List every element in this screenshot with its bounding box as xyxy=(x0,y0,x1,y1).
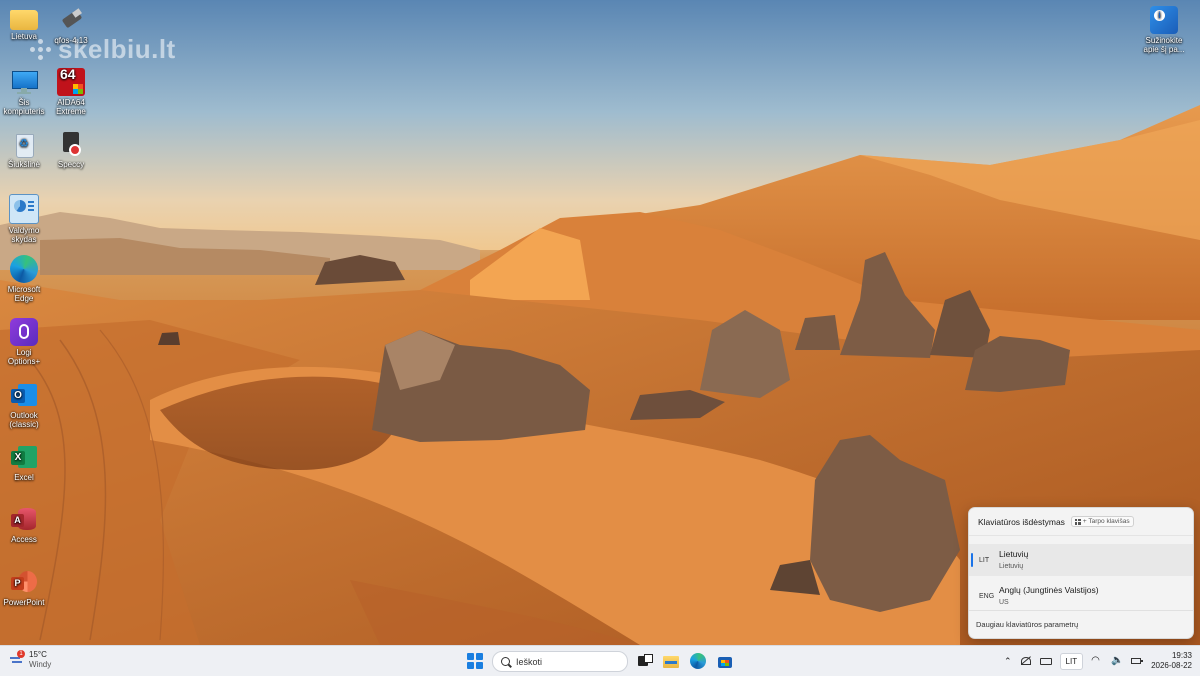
keyboard-layout-flyout: Klaviatūros išdėstymas + Tarpo klavišas … xyxy=(968,507,1194,639)
flyout-title: Klaviatūros išdėstymas xyxy=(978,516,1065,527)
aida64-icon: 64 xyxy=(57,67,85,96)
taskbar-search[interactable]: Ieškoti xyxy=(492,651,628,672)
layout-sub: Lietuvių xyxy=(999,562,1024,570)
system-tray: ⌃ LIT ◠ 🔈 19:33 2026-08-22 xyxy=(1004,646,1192,676)
desktop-icon-powerpoint[interactable]: P PowerPoint xyxy=(2,568,46,607)
clock-time: 19:33 xyxy=(1171,651,1192,660)
folder-icon xyxy=(10,10,38,30)
windows-key-icon xyxy=(1074,518,1081,525)
search-placeholder: Ieškoti xyxy=(516,656,543,667)
desktop-icon-this-pc[interactable]: Šis kompiuteris xyxy=(2,68,46,116)
weather-condition: Windy xyxy=(29,660,52,669)
microsoft-store-icon[interactable] xyxy=(717,653,733,669)
network-disconnected-icon[interactable] xyxy=(1020,655,1032,667)
desktop-icon-qfos[interactable]: qfos-4.13 xyxy=(49,6,93,45)
usb-drive-icon xyxy=(57,6,85,34)
desktop-icon-access[interactable]: A Access xyxy=(2,505,46,544)
layout-name: Lietuvių xyxy=(999,548,1029,559)
access-icon: A xyxy=(10,505,38,533)
desktop-icon-speccy[interactable]: Speccy xyxy=(49,130,93,169)
weather-temp: 15°C xyxy=(29,650,47,659)
selection-indicator xyxy=(971,553,973,567)
clock-date: 2026-08-22 xyxy=(1151,661,1192,670)
spotlight-info-icon: i xyxy=(1150,6,1178,34)
volume-icon[interactable]: 🔈 xyxy=(1111,655,1123,667)
more-keyboard-settings-link[interactable]: Daugiau klaviatūros parametrų xyxy=(969,610,1193,638)
language-indicator[interactable]: LIT xyxy=(1059,652,1084,670)
recycle-bin-icon: ♻ xyxy=(10,130,38,158)
excel-icon: X xyxy=(10,443,38,471)
desktop-icon-edge[interactable]: Microsoft Edge xyxy=(2,255,46,303)
keyboard-icon[interactable] xyxy=(1039,655,1052,667)
edge-icon xyxy=(10,255,38,283)
speccy-icon xyxy=(57,130,85,158)
logi-options-icon xyxy=(10,318,38,346)
layout-code: ENG xyxy=(979,592,995,600)
desktop-icon-recycle-bin[interactable]: ♻ Šiukšlinė xyxy=(2,130,46,169)
clock[interactable]: 19:33 2026-08-22 xyxy=(1151,651,1192,671)
layout-code: LIT xyxy=(979,556,990,564)
weather-widget[interactable]: 1 15°C Windy xyxy=(10,650,51,670)
desktop-icon-lietuva[interactable]: Lietuva xyxy=(2,6,46,41)
layout-sub: US xyxy=(999,598,1009,606)
taskbar: 1 15°C Windy Ieškoti ⌃ LIT ◠ 🔈 19:33 202… xyxy=(0,645,1200,676)
task-view-icon[interactable] xyxy=(636,653,653,669)
wifi-icon[interactable]: ◠ xyxy=(1091,655,1103,667)
desktop-icon-logi-options[interactable]: Logi Options+ xyxy=(2,318,46,366)
notification-badge: 1 xyxy=(17,650,25,658)
battery-icon[interactable] xyxy=(1131,655,1143,667)
desktop-icon-aida64[interactable]: 64 AIDA64 Extreme xyxy=(49,67,93,116)
file-explorer-icon[interactable] xyxy=(663,653,679,669)
control-panel-icon xyxy=(9,194,39,224)
powerpoint-icon: P xyxy=(10,568,38,596)
layout-option-lit[interactable]: LIT Lietuvių Lietuvių xyxy=(969,544,1193,576)
monitor-icon xyxy=(10,68,38,96)
chevron-up-icon[interactable]: ⌃ xyxy=(1004,656,1012,667)
wind-icon: 1 xyxy=(10,650,25,667)
flyout-header: Klaviatūros išdėstymas + Tarpo klavišas xyxy=(969,508,1193,536)
desktop-icon-learn-about-picture[interactable]: i Sužinokite apie šį pa... xyxy=(1142,6,1186,54)
layout-name: Anglų (Jungtinės Valstijos) xyxy=(999,584,1099,595)
shortcut-hint: + Tarpo klavišas xyxy=(1070,516,1134,527)
start-button[interactable] xyxy=(467,653,483,669)
desktop-icon-excel[interactable]: X Excel xyxy=(2,443,46,482)
desktop-icon-outlook[interactable]: O Outlook (classic) xyxy=(2,381,46,429)
outlook-icon: O xyxy=(10,381,38,409)
edge-taskbar-icon[interactable] xyxy=(690,653,706,669)
desktop-icon-control-panel[interactable]: Valdymo skydas xyxy=(2,194,46,244)
search-icon xyxy=(501,657,510,666)
layout-option-eng[interactable]: ENG Anglų (Jungtinės Valstijos) US xyxy=(969,580,1193,612)
